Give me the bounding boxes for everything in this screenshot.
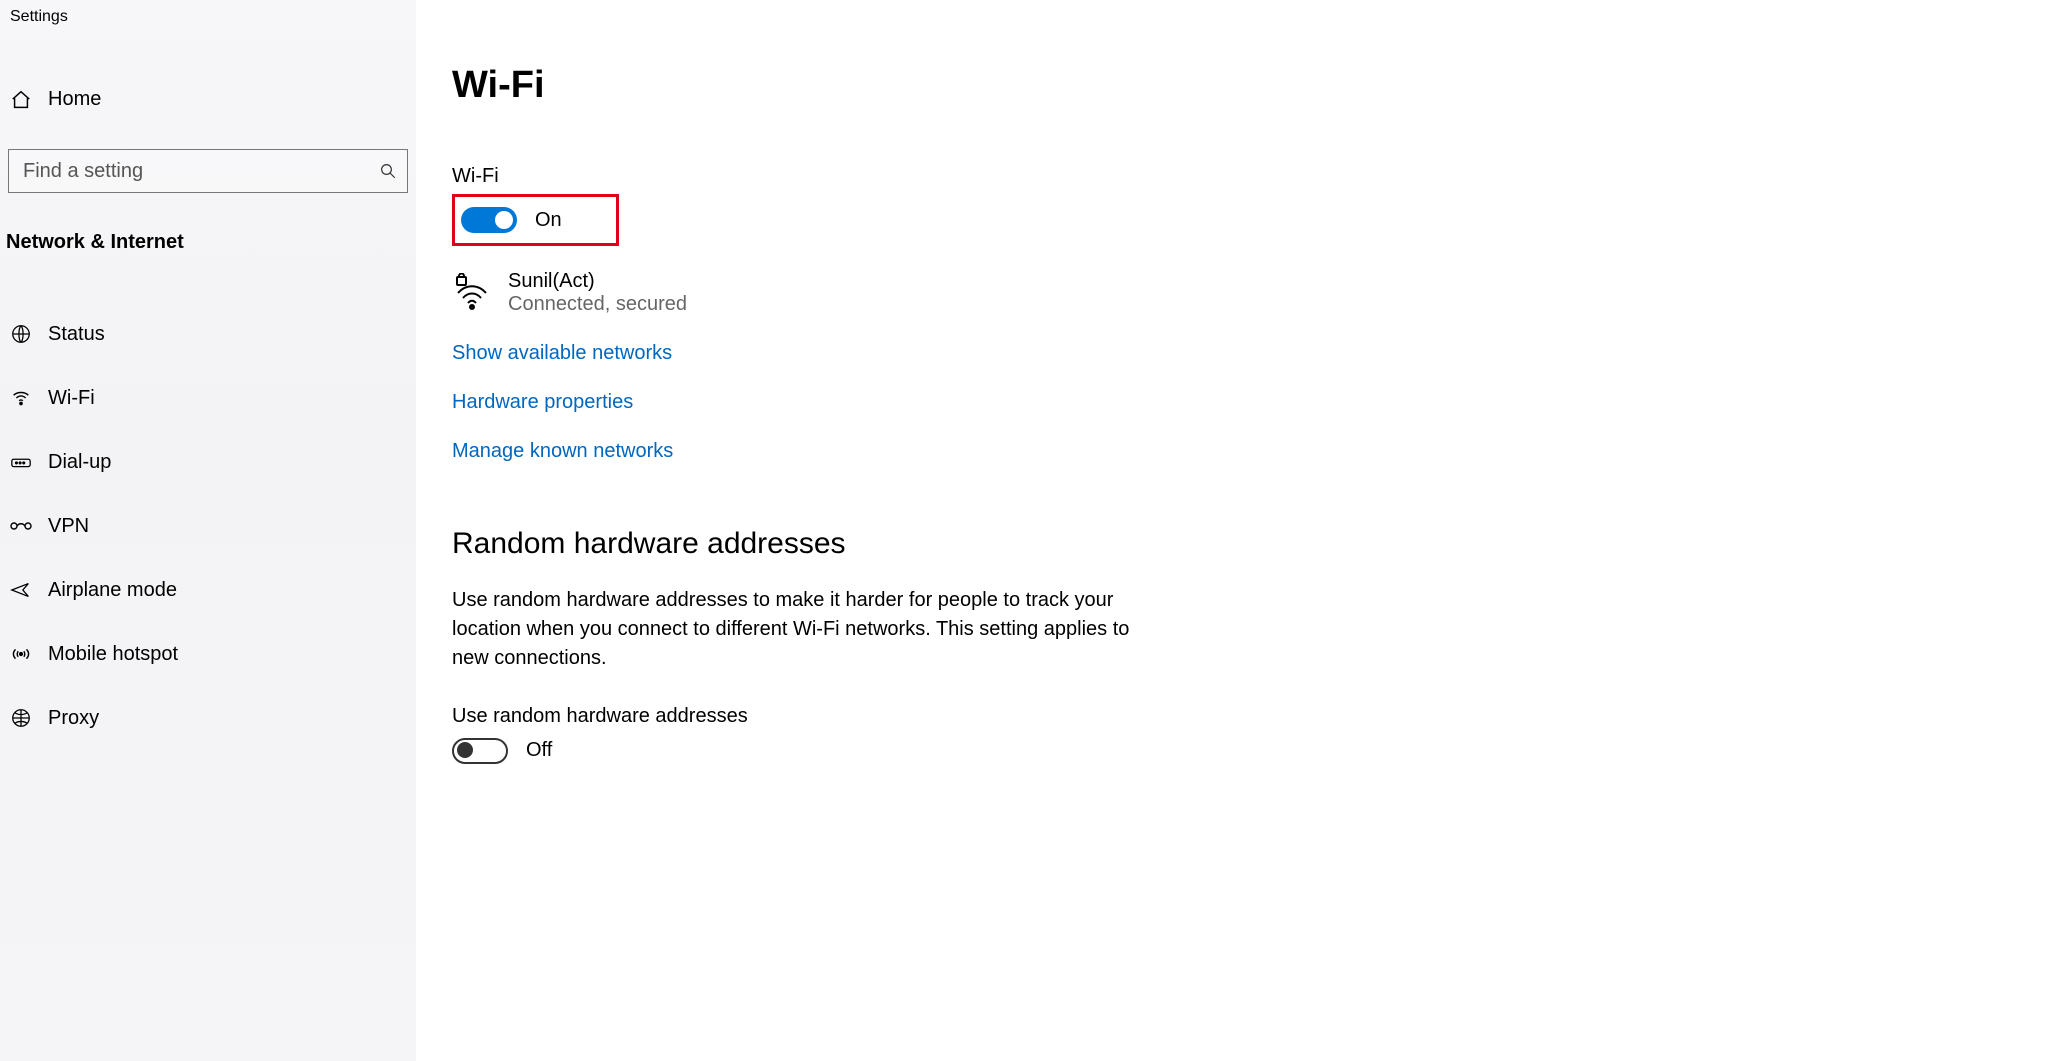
random-addresses-description: Use random hardware addresses to make it… <box>452 586 1132 673</box>
main-content: Wi-Fi Wi-Fi On <box>416 0 2048 1061</box>
random-toggle-label: Use random hardware addresses <box>452 705 2008 728</box>
vpn-icon <box>8 517 34 535</box>
sidebar-item-label: Proxy <box>48 707 99 730</box>
wifi-toggle-label: Wi-Fi <box>452 165 2008 188</box>
wifi-toggle-highlight: On <box>452 194 619 246</box>
random-toggle-state: Off <box>526 739 552 762</box>
sidebar-item-wifi[interactable]: Wi-Fi <box>0 366 416 430</box>
wifi-toggle[interactable] <box>461 207 517 233</box>
sidebar-item-label: Wi-Fi <box>48 387 95 410</box>
wifi-secured-icon <box>452 273 492 313</box>
search-input[interactable] <box>21 159 379 184</box>
proxy-icon <box>8 707 34 729</box>
app-title: Settings <box>0 2 416 26</box>
sidebar-nav: Status Wi-Fi <box>0 302 416 750</box>
hotspot-icon <box>8 643 34 665</box>
link-manage-known-networks[interactable]: Manage known networks <box>452 440 2008 463</box>
connection-status: Connected, secured <box>508 293 687 316</box>
dialup-icon <box>8 453 34 471</box>
sidebar-item-vpn[interactable]: VPN <box>0 494 416 558</box>
search-icon <box>379 162 397 180</box>
link-show-networks[interactable]: Show available networks <box>452 342 2008 365</box>
sidebar-item-airplane[interactable]: Airplane mode <box>0 558 416 622</box>
sidebar-section-title: Network & Internet <box>6 231 416 254</box>
sidebar-item-label: VPN <box>48 515 89 538</box>
sidebar-home[interactable]: Home <box>0 88 416 111</box>
sidebar-item-dialup[interactable]: Dial-up <box>0 430 416 494</box>
home-label: Home <box>48 88 101 111</box>
sidebar-item-label: Mobile hotspot <box>48 643 178 666</box>
connection-name: Sunil(Act) <box>508 270 687 293</box>
status-icon <box>8 323 34 345</box>
sidebar-item-proxy[interactable]: Proxy <box>0 686 416 750</box>
airplane-icon <box>8 579 34 601</box>
sidebar-item-label: Dial-up <box>48 451 111 474</box>
random-addresses-heading: Random hardware addresses <box>452 527 2008 561</box>
sidebar: Settings Home Network & <box>0 0 416 1061</box>
wifi-toggle-state: On <box>535 209 562 232</box>
link-hardware-properties[interactable]: Hardware properties <box>452 391 2008 414</box>
search-box[interactable] <box>8 149 408 193</box>
sidebar-item-status[interactable]: Status <box>0 302 416 366</box>
random-addresses-toggle[interactable] <box>452 738 508 764</box>
sidebar-item-label: Airplane mode <box>48 579 177 602</box>
wifi-icon <box>8 387 34 409</box>
page-title: Wi-Fi <box>452 64 2008 107</box>
sidebar-item-label: Status <box>48 323 105 346</box>
sidebar-item-hotspot[interactable]: Mobile hotspot <box>0 622 416 686</box>
home-icon <box>8 89 34 111</box>
current-connection[interactable]: Sunil(Act) Connected, secured <box>452 270 2008 316</box>
